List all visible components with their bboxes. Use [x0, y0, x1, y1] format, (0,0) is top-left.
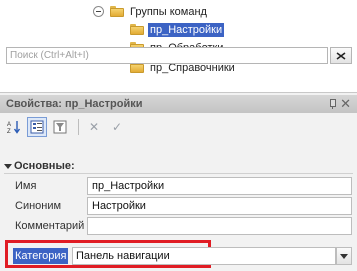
collapse-icon[interactable]	[93, 6, 104, 17]
properties-toolbar: A Z ✕ ✓	[0, 116, 357, 138]
category-select[interactable]: Панель навигации	[72, 247, 336, 265]
tree-group-label: Группы команд	[130, 5, 207, 18]
name-label: Имя	[15, 180, 37, 192]
filter-list-icon	[53, 120, 67, 134]
chevron-down-icon	[340, 253, 348, 259]
clear-button[interactable]: ✕	[84, 117, 104, 137]
tree-group-row[interactable]: Группы команд	[93, 3, 209, 20]
cross-icon: ✕	[88, 120, 100, 134]
category-label: Категория	[13, 248, 69, 264]
section-divider	[4, 173, 353, 174]
sort-alphabetically-button[interactable]: A Z	[4, 117, 24, 137]
category-dropdown-button[interactable]	[336, 247, 352, 265]
pin-icon[interactable]	[329, 99, 336, 109]
comment-label: Комментарий	[15, 220, 85, 232]
filter-button[interactable]	[50, 117, 70, 137]
toolbar-separator	[78, 119, 79, 135]
name-field[interactable]: пр_Настройки	[87, 177, 352, 195]
svg-text:A: A	[7, 122, 11, 128]
search-input[interactable]: Поиск (Ctrl+Alt+I)	[6, 47, 328, 64]
tree-item[interactable]: пр_Настройки	[130, 21, 225, 38]
apply-button[interactable]: ✓	[107, 117, 127, 137]
categorized-icon	[30, 120, 44, 134]
synonym-label: Синоним	[15, 200, 62, 212]
properties-titlebar[interactable]: Свойства: пр_Настройки ✕	[0, 95, 357, 113]
categorized-view-button[interactable]	[27, 117, 47, 137]
command-groups-tree: Группы команд пр_Настройки пр_Обработки …	[0, 0, 357, 84]
section-title: Основные:	[14, 160, 75, 172]
sort-az-icon: A Z	[7, 121, 21, 134]
folder-icon	[130, 24, 144, 35]
folder-icon	[110, 6, 124, 17]
close-icon	[336, 51, 346, 60]
comment-field[interactable]	[87, 217, 352, 235]
synonym-field[interactable]: Настройки	[87, 197, 352, 215]
search-button[interactable]	[330, 47, 352, 64]
properties-title: Свойства: пр_Настройки	[6, 98, 143, 110]
check-icon: ✓	[111, 120, 123, 134]
close-icon[interactable]: ✕	[340, 96, 351, 112]
section-header[interactable]: Основные:	[4, 160, 75, 172]
tree-item-label[interactable]: пр_Настройки	[148, 22, 225, 37]
svg-text:Z: Z	[7, 129, 11, 134]
chevron-down-icon	[4, 163, 12, 169]
